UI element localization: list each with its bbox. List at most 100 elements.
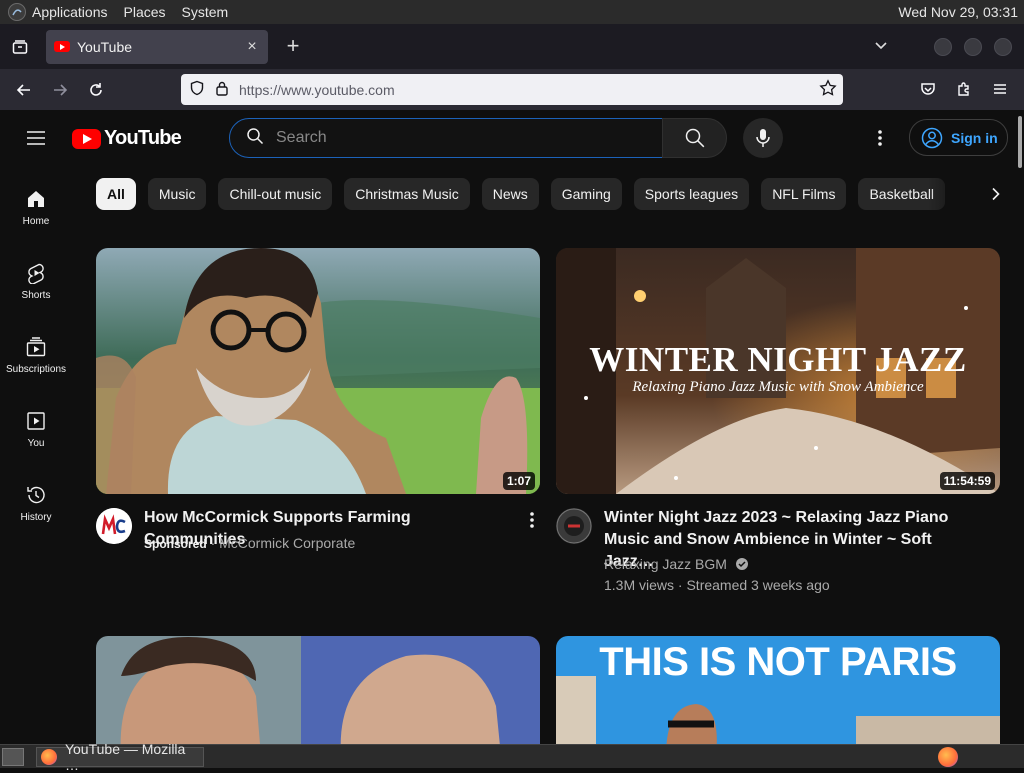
channel-row: Relaxing Jazz BGM <box>604 554 749 574</box>
video-thumbnail-mccormick[interactable]: 1:07 <box>96 248 540 494</box>
account-circle-icon <box>921 127 943 148</box>
window-minimize-button[interactable] <box>934 37 952 56</box>
sponsored-label: Sponsored <box>144 537 207 551</box>
firefox-view-icon <box>12 39 28 54</box>
scrollbar-thumb[interactable] <box>1018 116 1022 168</box>
puzzle-piece-icon <box>958 82 969 96</box>
verified-badge-icon <box>735 558 748 570</box>
pocket-button[interactable] <box>912 73 944 105</box>
microphone-icon <box>756 129 770 147</box>
channel-name[interactable]: McCormick Corporate <box>219 535 355 551</box>
browser-nav-bar: https://www.youtube.com <box>0 69 1024 110</box>
settings-more-button[interactable] <box>868 126 892 150</box>
menu-places[interactable]: Places <box>124 4 166 20</box>
subscriptions-icon <box>26 337 46 357</box>
shorts-icon <box>28 263 44 284</box>
relaxing-jazz-logo-icon <box>556 508 592 544</box>
guide-item-history[interactable]: History <box>0 462 72 536</box>
sign-in-button[interactable]: Sign in <box>909 119 1008 156</box>
window-maximize-button[interactable] <box>964 37 982 56</box>
tracking-protection-shield-icon[interactable] <box>189 80 205 99</box>
video-thumbnail-row2-right[interactable]: THIS IS NOT PARIS <box>556 636 1000 756</box>
search-input[interactable] <box>276 129 662 147</box>
chip-all[interactable]: All <box>96 178 136 210</box>
guide-item-label: History <box>20 512 52 523</box>
chip-christmas-music[interactable]: Christmas Music <box>344 178 470 210</box>
chip-music[interactable]: Music <box>147 178 207 210</box>
page-scrollbar[interactable] <box>1016 110 1024 744</box>
thumbnail-image-two-men <box>96 636 540 756</box>
vertical-dots-icon <box>878 130 882 146</box>
new-tab-button[interactable]: + <box>278 32 308 62</box>
filter-chip-bar: All Music Chill-out music Christmas Musi… <box>96 178 1016 210</box>
panel-clock[interactable]: Wed Nov 29, 03:31 <box>898 4 1018 20</box>
channel-avatar-mccormick[interactable] <box>96 508 132 544</box>
video-title-line-1: Winter Night Jazz 2023 ~ Relaxing Jazz P… <box>604 509 949 526</box>
address-bar[interactable]: https://www.youtube.com <box>181 74 843 105</box>
window-close-button[interactable] <box>994 37 1012 56</box>
you-icon <box>27 412 45 430</box>
home-icon <box>28 191 44 207</box>
video-thumbnail-row2-left[interactable] <box>96 636 540 756</box>
guide-item-home[interactable]: Home <box>0 166 72 240</box>
channel-avatar-relaxing-jazz[interactable] <box>556 508 592 544</box>
show-desktop-button[interactable] <box>2 747 24 766</box>
close-tab-icon[interactable]: × <box>244 38 260 55</box>
desktop-taskbar: YouTube — Mozilla … <box>0 741 1024 773</box>
menu-applications[interactable]: Applications <box>32 4 108 20</box>
youtube-logo-text: YouTube <box>104 127 182 149</box>
browser-tab-strip: YouTube × + <box>0 24 1024 69</box>
guide-item-label: You <box>27 438 45 449</box>
extensions-button[interactable] <box>948 73 980 105</box>
chevron-right-icon <box>992 187 1000 201</box>
video-stats: 1.3M views · Streamed 3 weeks ago <box>604 577 830 593</box>
youtube-logo[interactable]: YouTube <box>72 127 182 150</box>
firefox-view-button[interactable] <box>0 24 40 69</box>
chip-sports-leagues[interactable]: Sports leagues <box>633 178 750 210</box>
forward-button[interactable] <box>44 74 76 106</box>
guide-menu-button[interactable] <box>20 126 52 150</box>
guide-item-shorts[interactable]: Shorts <box>0 240 72 314</box>
voice-search-button[interactable] <box>743 118 783 158</box>
search-icon <box>685 128 704 148</box>
search-box[interactable] <box>229 118 663 158</box>
tab-title: YouTube <box>77 38 133 55</box>
guide-item-label: Subscriptions <box>5 364 67 375</box>
app-menu-button[interactable] <box>984 73 1016 105</box>
reload-icon <box>90 82 102 96</box>
thumbnail-title-text: WINTER NIGHT JAZZ <box>589 340 967 379</box>
video-menu-button[interactable] <box>520 508 544 532</box>
site-lock-icon[interactable] <box>215 80 229 99</box>
list-all-tabs-chevron-down-icon[interactable] <box>874 38 888 56</box>
video-duration-badge: 11:54:59 <box>939 472 995 490</box>
taskbar-window-firefox[interactable]: YouTube — Mozilla … <box>36 741 204 773</box>
forward-arrow-icon <box>54 83 68 96</box>
guide-item-you[interactable]: You <box>0 388 72 462</box>
distro-logo-icon[interactable] <box>8 3 26 21</box>
chip-gaming[interactable]: Gaming <box>550 178 622 210</box>
byline-separator: · <box>210 535 220 551</box>
tray-firefox-icon[interactable] <box>938 746 958 767</box>
bookmark-star-icon[interactable] <box>819 79 837 100</box>
mini-guide: Home Shorts Subscriptions You History <box>0 166 72 536</box>
search-button[interactable] <box>662 118 727 158</box>
browser-tab-youtube[interactable]: YouTube × <box>46 29 268 64</box>
hamburger-menu-icon <box>27 131 45 145</box>
back-arrow-icon <box>16 83 30 96</box>
menu-system[interactable]: System <box>182 4 229 20</box>
channel-name[interactable]: Relaxing Jazz BGM <box>604 556 727 572</box>
chip-scroll-next-button[interactable] <box>976 178 1016 210</box>
sign-in-label: Sign in <box>951 129 998 146</box>
url-text: https://www.youtube.com <box>239 81 395 98</box>
video-thumbnail-winter-jazz[interactable]: WINTER NIGHT JAZZ Relaxing Piano Jazz Mu… <box>556 248 1000 494</box>
reload-button[interactable] <box>80 74 112 106</box>
chip-news[interactable]: News <box>481 178 539 210</box>
chip-nfl-films[interactable]: NFL Films <box>761 178 847 210</box>
desktop-top-panel: Applications Places System Wed Nov 29, 0… <box>0 0 1024 24</box>
search-icon <box>246 127 264 150</box>
back-button[interactable] <box>8 74 40 106</box>
history-icon <box>27 486 45 504</box>
chip-chill-out-music[interactable]: Chill-out music <box>218 178 333 210</box>
youtube-masthead: YouTube Sign in <box>0 110 1016 166</box>
guide-item-subscriptions[interactable]: Subscriptions <box>0 314 72 388</box>
